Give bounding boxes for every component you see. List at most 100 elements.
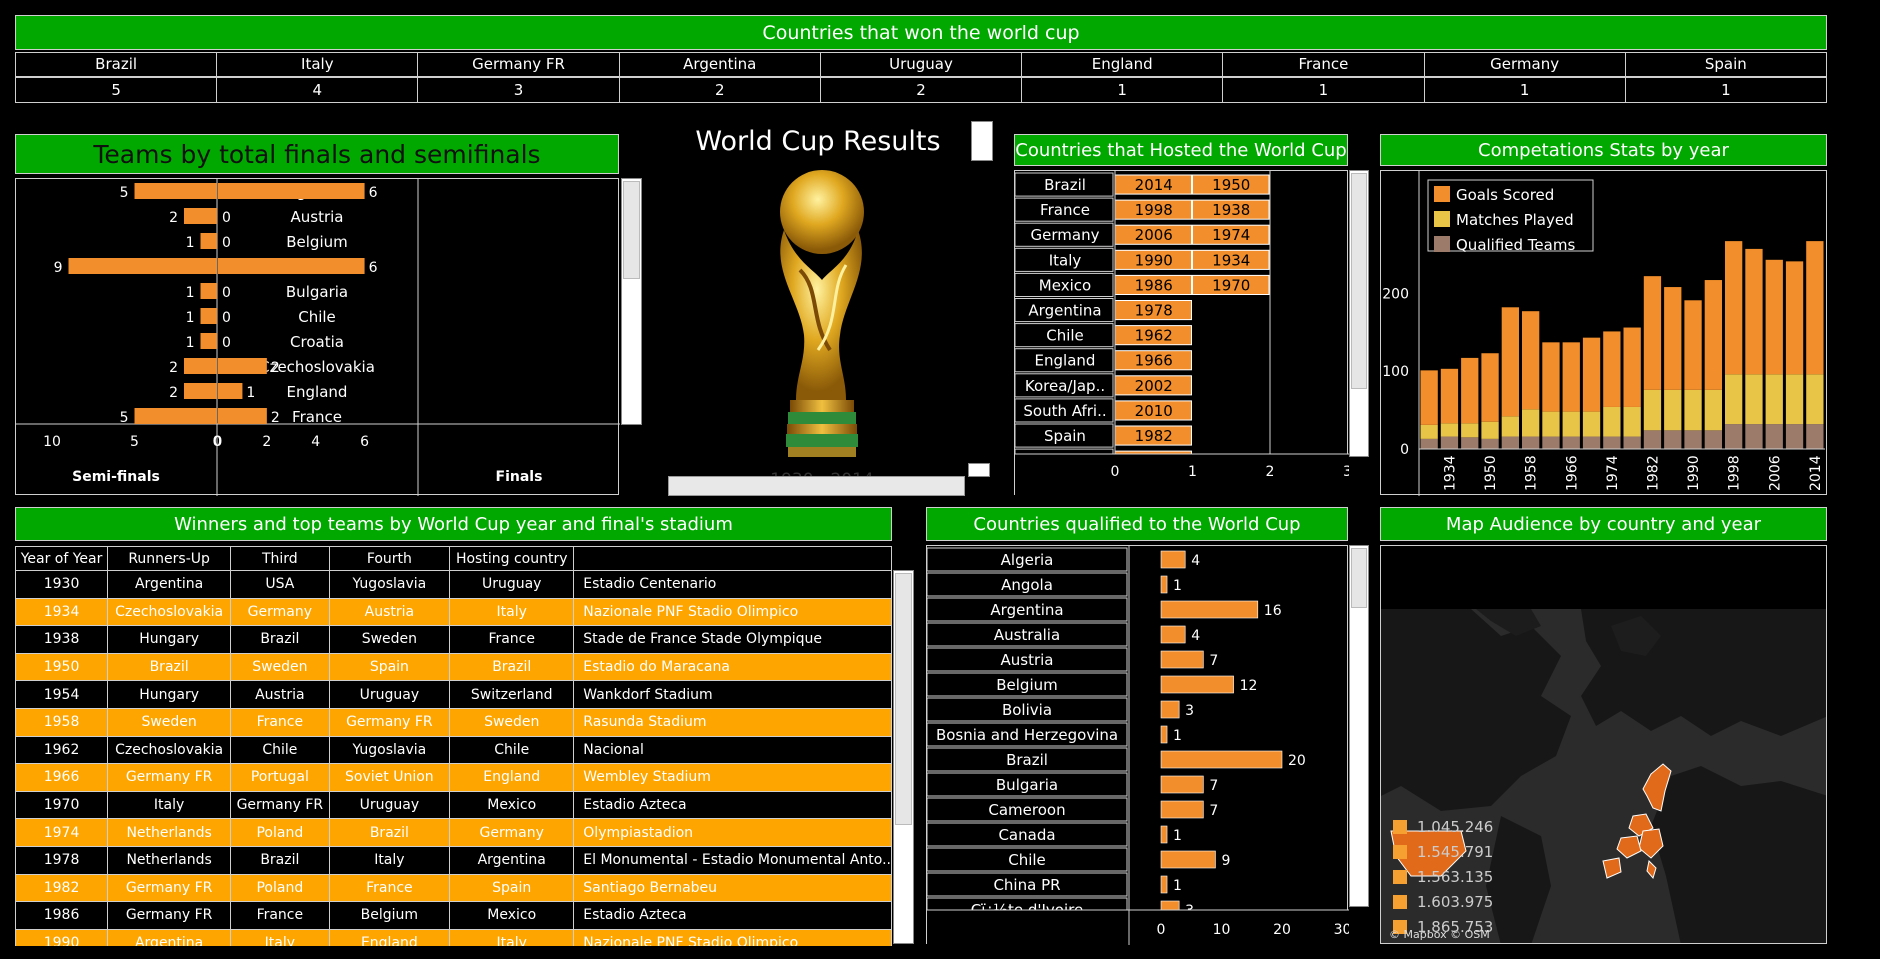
table-cell: Germany FR: [107, 901, 232, 930]
legend-swatch: [1393, 869, 1407, 884]
table-cell: Spain: [328, 652, 451, 682]
table-cell: Poland: [230, 818, 330, 847]
qualified-axis-tick: 10: [1213, 922, 1231, 938]
table-row: 1978 Netherlands Brazil Italy Argentina El Mo…: [15, 845, 892, 875]
qualified-country-label: Canada: [998, 826, 1055, 844]
table-cell: Belgium: [328, 901, 451, 930]
stats-bar-segment: [1684, 300, 1702, 390]
table-cell: 1986: [15, 901, 109, 930]
qualified-value: 4: [1191, 553, 1200, 569]
qualified-bar: [1160, 575, 1168, 594]
qualified-bar: [1160, 750, 1283, 769]
table-row: 1982 Germany FR Poland France Spain Santiago …: [15, 873, 892, 903]
semi-final-bar: [184, 383, 217, 399]
qualified-value: 9: [1221, 853, 1230, 869]
results-scroll-thumb[interactable]: [895, 573, 912, 825]
host-year-label: 1934: [1212, 251, 1250, 269]
stats-x-tick: 2014: [1808, 455, 1824, 491]
winner-country: England: [1022, 53, 1223, 78]
stats-bar-segment: [1522, 436, 1540, 449]
table-row: 1970 Italy Germany FR Uruguay Mexico Estadio …: [15, 790, 892, 820]
semi-final-bar: [68, 258, 217, 274]
table-cell: Germany FR: [328, 707, 451, 737]
stats-bar-segment: [1562, 411, 1580, 437]
semi-axis-tick: 10: [43, 434, 61, 450]
column-header: Year of Year: [15, 546, 109, 571]
finals-scrollbar[interactable]: [621, 178, 642, 425]
hosted-scrollbar[interactable]: [1349, 170, 1369, 457]
results-table: Year of Year Runners-Up Third Fourth Hosting…: [15, 546, 892, 946]
slider-handle[interactable]: [968, 463, 990, 477]
qualified-value: 16: [1264, 603, 1282, 619]
stats-bar-segment: [1704, 280, 1722, 390]
final-value: 0: [222, 310, 231, 326]
host-year-label: 1986: [1135, 276, 1173, 294]
semi-final-value: 1: [186, 310, 195, 326]
table-cell: Uruguay: [449, 570, 575, 599]
qualified-country-label: Algeria: [1001, 551, 1054, 569]
table-cell: Netherlands: [107, 818, 232, 847]
qualified-bar: [1160, 825, 1168, 844]
semi-final-value: 1: [186, 235, 195, 251]
semi-final-bar: [134, 408, 217, 424]
stadium-cell: Santiago Bernabeu: [573, 873, 892, 903]
year-range-slider[interactable]: [668, 476, 965, 496]
hosted-scroll-thumb[interactable]: [1351, 173, 1367, 389]
table-cell: Hungary: [107, 680, 232, 709]
legend-label: Goals Scored: [1456, 186, 1554, 204]
stats-bar-segment: [1603, 406, 1621, 437]
stats-bar-segment: [1562, 342, 1580, 412]
table-cell: Brazil: [230, 845, 330, 875]
stats-bar-segment: [1806, 374, 1824, 425]
qualified-country-label: Brazil: [1006, 751, 1048, 769]
legend-swatch: [1393, 894, 1407, 909]
stadium-cell: Estadio Azteca: [573, 790, 892, 820]
legend-swatch: [1393, 844, 1407, 859]
center-scroll-widget[interactable]: [971, 121, 993, 161]
host-year-label: 2010: [1135, 402, 1173, 420]
winner-country: France: [1223, 53, 1424, 78]
stats-bar-segment: [1725, 241, 1743, 375]
stats-bar-segment: [1501, 307, 1519, 417]
qualified-axis-tick: 0: [1157, 922, 1166, 938]
host-country-label: Spain: [1044, 427, 1086, 445]
stats-bar-segment: [1785, 424, 1804, 449]
finals-chart-frame: 5Argentina62Austria01Belgium09Brazil61Bu…: [15, 178, 620, 496]
table-cell: Uruguay: [328, 790, 451, 820]
stats-bar-segment: [1643, 389, 1662, 431]
qualified-value: 4: [1191, 628, 1200, 644]
finals-scroll-thumb[interactable]: [623, 181, 640, 279]
table-cell: Sweden: [449, 707, 575, 737]
results-scrollbar[interactable]: [893, 570, 914, 944]
final-axis-tick: 4: [311, 434, 320, 450]
host-country-label: Italy: [1049, 251, 1082, 269]
host-rows: Brazil 2014 1950 France 1998 1938 Germany 2006 1…: [1014, 172, 1270, 473]
stats-bar-segment: [1603, 436, 1621, 449]
stats-bar-segment: [1461, 437, 1479, 449]
host-axis-tick: 1: [1188, 464, 1197, 480]
stats-bar-segment: [1582, 337, 1601, 412]
winner-column: Brazil 5: [16, 53, 217, 102]
qualified-panel-title: Countries qualified to the World Cup: [926, 507, 1348, 541]
table-cell: Germany FR: [107, 873, 232, 903]
stats-bar-segment: [1582, 436, 1601, 449]
stats-x-tick: 1982: [1645, 455, 1661, 491]
table-cell: France: [328, 873, 451, 903]
stats-bar-segment: [1542, 436, 1560, 449]
audience-map[interactable]: 1.045.246 1.545.791 1.563.135 1.603.975 1.86…: [1380, 545, 1827, 944]
qualified-country-label: Belgium: [996, 676, 1058, 694]
table-row: 1950 Brazil Sweden Spain Brazil Estadio do Ma…: [15, 652, 892, 682]
host-year-label: 1950: [1212, 176, 1250, 194]
stats-bar-segment: [1522, 311, 1540, 410]
stats-bar-segment: [1643, 430, 1662, 449]
table-cell: Hungary: [107, 625, 232, 654]
table-cell: Yugoslavia: [328, 570, 451, 599]
table-row: 1974 Netherlands Poland Brazil Germany Olympi…: [15, 818, 892, 847]
final-axis-label: Finals: [496, 469, 543, 485]
stats-x-tick: 2006: [1767, 455, 1783, 491]
qualified-scrollbar[interactable]: [1349, 545, 1369, 907]
qualified-scroll-thumb[interactable]: [1351, 548, 1367, 608]
final-bar: [218, 408, 267, 424]
stadium-cell: Nacional: [573, 735, 892, 765]
stats-bar-segment: [1542, 342, 1560, 412]
